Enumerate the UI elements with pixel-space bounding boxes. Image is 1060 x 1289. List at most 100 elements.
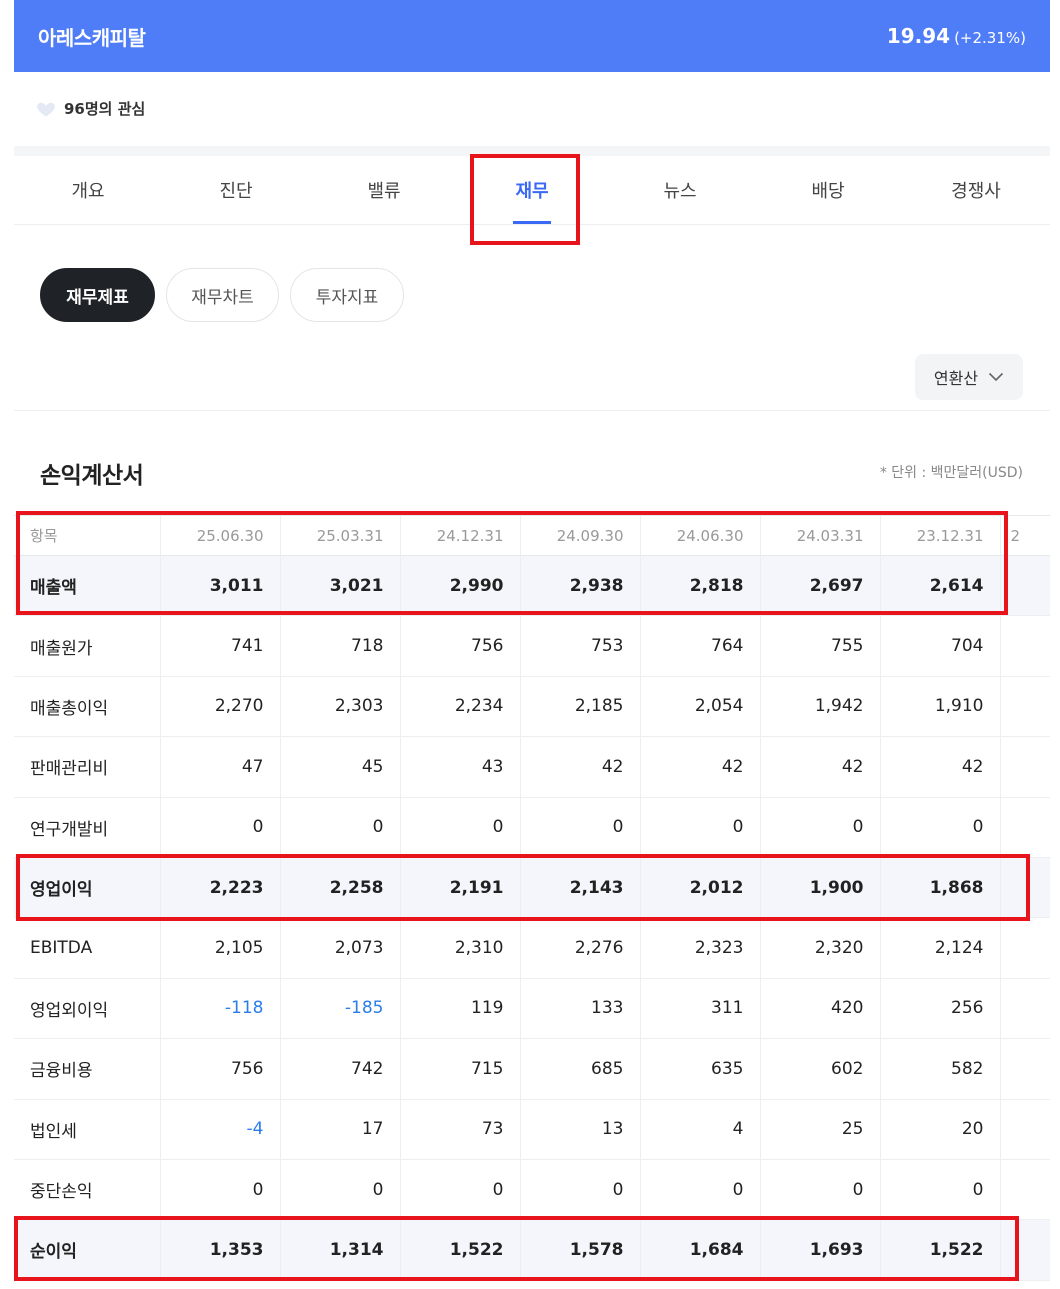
table-cell: 2,258: [280, 857, 401, 919]
table-cell: -185: [280, 978, 401, 1040]
table-cell: 753: [520, 615, 641, 677]
table-cell: [1000, 615, 1050, 677]
table-cell: [1000, 1038, 1050, 1100]
table-cell: 2,143: [520, 857, 641, 919]
interest-button[interactable]: 96명의 관심: [36, 98, 145, 119]
row-label: 판매관리비: [14, 736, 161, 798]
company-name: 아레스캐피탈: [38, 25, 146, 50]
table-cell: 2,614: [880, 555, 1001, 617]
table-cell: 2,303: [280, 676, 401, 738]
table-cell: 43: [400, 736, 521, 798]
sub-tabs: 재무제표 재무차트 투자지표: [40, 268, 404, 322]
table-row: 연구개발비 0 0 0 0 0 0 0: [14, 797, 1050, 858]
table-cell: 2,185: [520, 676, 641, 738]
column-header: 24.06.30: [640, 515, 761, 556]
table-cell: 756: [160, 1038, 281, 1100]
table-cell: 3,011: [160, 555, 281, 617]
row-label: 매출원가: [14, 615, 161, 677]
row-label: 법인세: [14, 1099, 161, 1160]
column-header: 23.12.31: [880, 515, 1001, 556]
table-cell: 0: [160, 797, 281, 858]
table-cell: 20: [880, 1099, 1001, 1160]
table-cell: 0: [160, 1159, 281, 1221]
table-cell: 47: [160, 736, 281, 798]
tab-diagnosis[interactable]: 진단: [162, 156, 310, 224]
table-row: 영업이익 2,223 2,258 2,191 2,143 2,012 1,900 1,868: [14, 857, 1050, 919]
table-cell: 2,054: [640, 676, 761, 738]
table-cell: [1000, 978, 1050, 1040]
table-cell: 582: [880, 1038, 1001, 1100]
table-cell: 0: [640, 797, 761, 858]
column-header: 24.09.30: [520, 515, 641, 556]
table-cell: 4: [640, 1099, 761, 1160]
table-cell: 718: [280, 615, 401, 677]
tab-overview[interactable]: 개요: [14, 156, 162, 224]
table-cell: 2,310: [400, 917, 521, 979]
table-cell: 1,910: [880, 676, 1001, 738]
table-cell: 2,124: [880, 917, 1001, 979]
table-cell: 0: [520, 1159, 641, 1221]
table-cell: 42: [640, 736, 761, 798]
table-cell: 13: [520, 1099, 641, 1160]
table-cell: 1,522: [880, 1219, 1001, 1281]
table-header-row: 항목 25.06.30 25.03.31 24.12.31 24.09.30 2…: [14, 515, 1050, 556]
table-cell: 2,276: [520, 917, 641, 979]
column-header: 2: [1000, 515, 1050, 556]
subtab-investment-metrics[interactable]: 투자지표: [290, 268, 404, 322]
section-divider: [14, 146, 1050, 156]
table-cell: 2,320: [760, 917, 881, 979]
table-cell: 0: [640, 1159, 761, 1221]
table-cell: -118: [160, 978, 281, 1040]
subtab-financial-charts[interactable]: 재무차트: [166, 268, 279, 322]
table-cell: [1000, 555, 1050, 617]
tab-valuation[interactable]: 밸류: [310, 156, 458, 224]
table-cell: 2,105: [160, 917, 281, 979]
table-cell: 742: [280, 1038, 401, 1100]
column-header: 24.12.31: [400, 515, 521, 556]
table-cell: 45: [280, 736, 401, 798]
table-cell: 2,938: [520, 555, 641, 617]
table-cell: [1000, 1219, 1050, 1281]
table-cell: 0: [280, 797, 401, 858]
table-cell: 0: [880, 1159, 1001, 1221]
table-cell: 0: [400, 1159, 521, 1221]
table-cell: 1,868: [880, 857, 1001, 919]
table-row: 중단손익 0 0 0 0 0 0 0: [14, 1159, 1050, 1221]
table-cell: 0: [760, 797, 881, 858]
table-cell: 2,818: [640, 555, 761, 617]
stock-price: 19.94: [886, 24, 951, 48]
subtab-financial-statements[interactable]: 재무제표: [40, 268, 155, 322]
table-cell: 17: [280, 1099, 401, 1160]
table-cell: [1000, 736, 1050, 798]
tab-financials[interactable]: 재무: [458, 156, 606, 224]
table-cell: [1000, 1159, 1050, 1221]
row-label: 금융비용: [14, 1038, 161, 1100]
period-dropdown[interactable]: 연환산: [915, 354, 1023, 400]
tab-dividend[interactable]: 배당: [754, 156, 902, 224]
table-cell: 756: [400, 615, 521, 677]
table-cell: 2,234: [400, 676, 521, 738]
table-cell: 42: [760, 736, 881, 798]
column-header: 항목: [14, 515, 161, 556]
row-label: EBITDA: [14, 917, 161, 979]
table-cell: [1000, 917, 1050, 979]
table-row: 순이익 1,353 1,314 1,522 1,578 1,684 1,693 1,522: [14, 1219, 1050, 1281]
table-cell: 420: [760, 978, 881, 1040]
table-cell: 42: [880, 736, 1001, 798]
tab-news[interactable]: 뉴스: [606, 156, 754, 224]
tab-competitors[interactable]: 경쟁사: [902, 156, 1050, 224]
table-cell: [1000, 676, 1050, 738]
table-row: 금융비용 756 742 715 685 635 602 582: [14, 1038, 1050, 1100]
table-cell: 42: [520, 736, 641, 798]
table-cell: 2,697: [760, 555, 881, 617]
table-cell: 635: [640, 1038, 761, 1100]
row-label: 영업외이익: [14, 978, 161, 1040]
table-cell: 0: [280, 1159, 401, 1221]
column-header: 25.03.31: [280, 515, 401, 556]
table-cell: 133: [520, 978, 641, 1040]
table-cell: 25: [760, 1099, 881, 1160]
table-cell: [1000, 857, 1050, 919]
price-info: 19.94 (+2.31%): [887, 24, 1026, 48]
table-cell: 602: [760, 1038, 881, 1100]
income-statement-table[interactable]: 항목 25.06.30 25.03.31 24.12.31 24.09.30 2…: [14, 515, 1050, 1289]
